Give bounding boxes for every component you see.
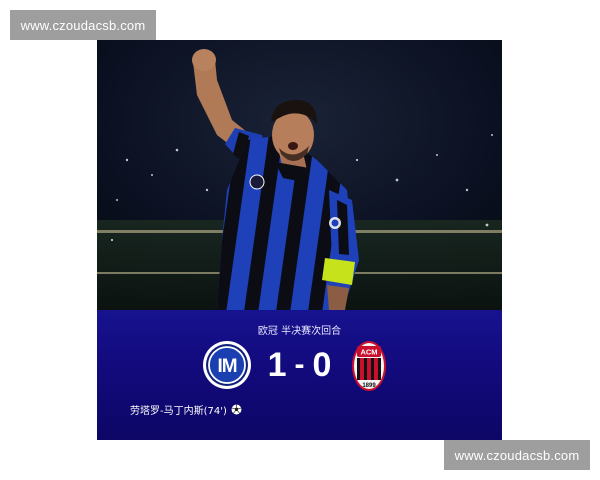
home-crest-lettering: IM (217, 356, 236, 377)
soccer-ball-icon (231, 404, 242, 415)
goal-scorer-text: 劳塔罗-马丁内斯(74') (130, 406, 227, 417)
away-crest-lettering-year: 1899 (362, 383, 376, 389)
home-score: 1 (267, 345, 287, 384)
celebrating-player-photo (97, 40, 502, 310)
inter-milan-crest-icon: IM (203, 341, 251, 389)
match-score: 1 - 0 (257, 340, 342, 390)
ac-milan-crest-icon: ACM 1899 (352, 341, 386, 391)
competition-label: 欧冠 半决赛次回合 (257, 326, 342, 337)
away-score: 0 (312, 345, 332, 384)
goal-scorer: 劳塔罗-马丁内斯(74') (130, 402, 242, 417)
match-card: 欧冠 半决赛次回合 IM 1 - 0 ACM 1899 劳塔罗-马丁内斯(74'… (97, 40, 502, 440)
away-crest-lettering-top: ACM (360, 348, 377, 357)
watermark-bottom: www.czoudacsb.com (444, 440, 590, 470)
score-separator: - (294, 348, 305, 381)
scoreboard-panel: 欧冠 半决赛次回合 IM 1 - 0 ACM 1899 劳塔罗-马丁内斯(74'… (97, 310, 502, 440)
watermark-top: www.czoudacsb.com (10, 10, 156, 40)
